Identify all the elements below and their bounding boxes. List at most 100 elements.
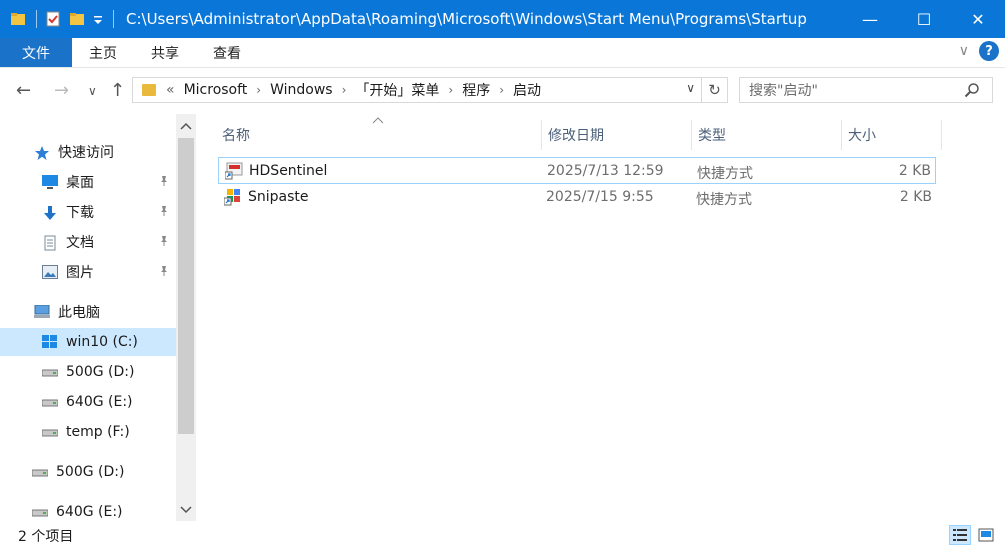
nav-item-label: 500G (D:) (56, 464, 125, 480)
back-button[interactable]: ← (16, 80, 31, 101)
breadcrumb-overflow[interactable]: « (166, 82, 175, 98)
breadcrumb-startup[interactable]: 启动 (513, 80, 541, 100)
column-header-type[interactable]: 类型 (692, 120, 842, 150)
star-icon (34, 145, 50, 160)
search-icon[interactable] (964, 82, 980, 102)
expand-ribbon-icon[interactable]: ∨ (959, 43, 969, 59)
breadcrumb-separator-icon[interactable]: › (448, 83, 453, 97)
scroll-down-icon[interactable] (180, 504, 192, 517)
breadcrumb-microsoft[interactable]: Microsoft (184, 82, 248, 98)
tab-file[interactable]: 文件 (0, 38, 72, 67)
help-icon[interactable]: ? (979, 41, 999, 61)
nav-item-drive-d-2[interactable]: 500G (D:) (31, 458, 125, 486)
drive-icon (31, 505, 49, 519)
up-button[interactable]: ↑ (110, 80, 125, 101)
breadcrumb-start-menu[interactable]: 「开始」菜单 (355, 80, 439, 100)
address-dropdown-icon[interactable]: ∨ (686, 81, 695, 95)
nav-item-label: 图片 (66, 265, 94, 281)
ribbon-controls: ∨ ? (959, 41, 999, 61)
nav-item-pictures[interactable]: 图片 (42, 258, 94, 286)
column-header-name[interactable]: 名称 (216, 120, 542, 150)
breadcrumb-windows[interactable]: Windows (270, 82, 333, 98)
column-header-size[interactable]: 大小 (842, 120, 942, 150)
refresh-button[interactable]: ↻ (702, 77, 728, 103)
file-type: 快捷方式 (697, 166, 753, 182)
close-button[interactable]: ✕ (951, 0, 1005, 38)
nav-item-drive-e-2[interactable]: 640G (E:) (31, 498, 123, 521)
nav-item-drive-f[interactable]: temp (F:) (41, 418, 130, 446)
nav-item-label: 快速访问 (58, 145, 114, 161)
pin-icon[interactable] (158, 265, 170, 280)
breadcrumb: « Microsoft › Windows › 「开始」菜单 › 程序 › 启动 (166, 80, 541, 100)
scrollbar-thumb[interactable] (178, 138, 194, 434)
customize-dropdown-icon[interactable] (93, 11, 103, 27)
scroll-up-icon[interactable] (180, 120, 192, 133)
column-header-date[interactable]: 修改日期 (542, 120, 692, 150)
minimize-button[interactable]: — (843, 0, 897, 38)
address-row: ← → ∨ ↑ « Microsoft › Windows › 「开始」菜单 ›… (0, 68, 1005, 114)
window-title: C:\Users\Administrator\AppData\Roaming\M… (126, 10, 807, 28)
quick-access-toolbar (0, 0, 122, 38)
hdsentinel-icon (224, 162, 243, 180)
search-input[interactable]: 搜索"启动" (739, 77, 993, 103)
address-bar[interactable]: « Microsoft › Windows › 「开始」菜单 › 程序 › 启动… (132, 77, 702, 103)
nav-item-label: 640G (E:) (66, 394, 133, 410)
drive-icon (41, 365, 59, 379)
breadcrumb-separator-icon[interactable]: › (256, 83, 261, 97)
breadcrumb-separator-icon[interactable]: › (499, 83, 504, 97)
tab-view[interactable]: 查看 (196, 38, 258, 67)
nav-quick-access[interactable]: 快速访问 (34, 138, 114, 166)
download-icon (42, 205, 58, 220)
properties-icon[interactable] (45, 11, 61, 27)
drive-icon (31, 465, 49, 479)
nav-item-documents[interactable]: 文档 (42, 228, 94, 256)
table-row[interactable]: HDSentinel 2025/7/13 12:59 快捷方式 2 KB (218, 157, 936, 184)
table-row[interactable]: Snipaste 2025/7/15 9:55 快捷方式 2 KB (218, 184, 936, 211)
nav-item-drive-e[interactable]: 640G (E:) (41, 388, 133, 416)
maximize-button[interactable]: ☐ (897, 0, 951, 38)
file-name: HDSentinel (249, 163, 328, 179)
folder-icon[interactable] (10, 11, 26, 27)
ribbon-tabs: 文件 主页 共享 查看 ∨ ? (0, 38, 1005, 68)
window-controls: — ☐ ✕ (843, 0, 1005, 38)
nav-item-drive-c[interactable]: win10 (C:) (0, 328, 176, 356)
toolbar-divider (36, 10, 37, 28)
nav-item-downloads[interactable]: 下载 (42, 198, 94, 226)
tab-home[interactable]: 主页 (72, 38, 134, 67)
nav-item-label: 下载 (66, 205, 94, 221)
recent-locations-button[interactable]: ∨ (88, 84, 97, 98)
windows-drive-icon (42, 335, 58, 349)
forward-button[interactable]: → (54, 80, 69, 101)
nav-item-label: win10 (C:) (66, 334, 138, 350)
search-placeholder: 搜索"启动" (749, 83, 818, 99)
pin-icon[interactable] (158, 175, 170, 190)
pin-icon[interactable] (158, 235, 170, 250)
title-bar: C:\Users\Administrator\AppData\Roaming\M… (0, 0, 1005, 38)
desktop-icon (42, 175, 58, 189)
navpane-scrollbar[interactable] (176, 114, 196, 521)
breadcrumb-programs[interactable]: 程序 (462, 80, 490, 100)
nav-item-label: 文档 (66, 235, 94, 251)
new-folder-icon[interactable] (69, 11, 85, 27)
toolbar-divider (113, 10, 114, 28)
file-list: 名称 修改日期 类型 大小 HDSentinel 2025/7/13 12:59… (198, 114, 1005, 521)
large-icons-view-icon[interactable] (975, 525, 997, 545)
pin-icon[interactable] (158, 205, 170, 220)
nav-item-desktop[interactable]: 桌面 (42, 168, 94, 196)
pictures-icon (42, 265, 58, 279)
nav-item-label: 此电脑 (58, 305, 100, 321)
nav-item-label: temp (F:) (66, 424, 130, 440)
nav-this-pc[interactable]: 此电脑 (34, 298, 100, 326)
details-view-icon[interactable] (949, 525, 971, 545)
tab-share[interactable]: 共享 (134, 38, 196, 67)
drive-icon (41, 395, 59, 409)
file-date: 2025/7/13 12:59 (547, 163, 664, 179)
document-icon (42, 235, 58, 251)
nav-item-label: 桌面 (66, 175, 94, 191)
status-bar: 2 个项目 (0, 521, 1005, 551)
file-size: 2 KB (898, 163, 931, 179)
nav-item-drive-d[interactable]: 500G (D:) (41, 358, 134, 386)
nav-item-label: 640G (E:) (56, 504, 123, 520)
breadcrumb-separator-icon[interactable]: › (342, 83, 347, 97)
navigation-pane: 快速访问 桌面 下载 文档 图片 此电脑 win10 (C:) 500G (D:… (0, 114, 198, 521)
